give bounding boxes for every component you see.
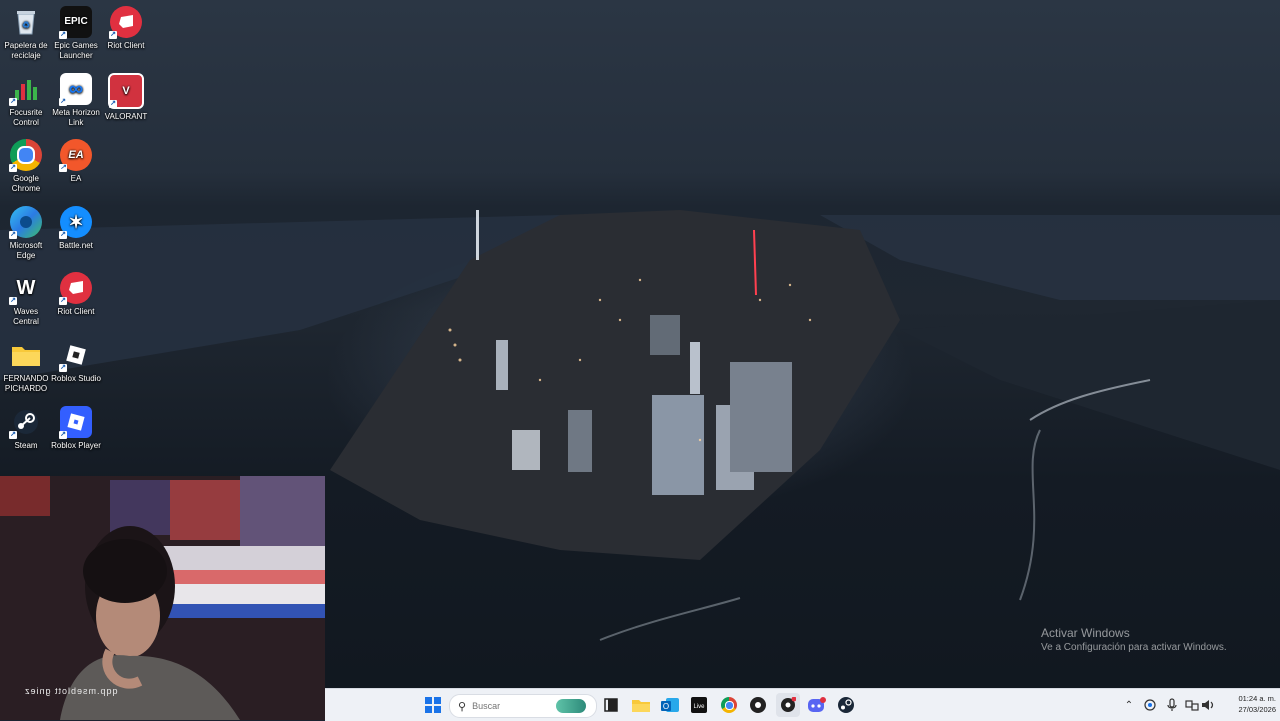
desktop-icon-focusrite[interactable]: ↗ Focusrite Control (0, 73, 52, 128)
desktop-icon-steam[interactable]: ↗ Steam (0, 406, 52, 451)
tray-volume[interactable] (1199, 693, 1217, 717)
task-view-icon (604, 698, 618, 712)
tray-microphone[interactable] (1163, 693, 1181, 717)
riot-client-icon: ↗ (59, 272, 92, 305)
desktop-icon-battlenet[interactable]: ✶ ↗ Battle.net (50, 206, 102, 251)
webcam-overlay (0, 476, 325, 720)
search-input[interactable] (470, 700, 555, 712)
desktop-icon-waves-central[interactable]: W ↗ Waves Central (0, 272, 52, 327)
desktop-icon-meta-horizon[interactable]: ∞ ↗ Meta Horizon Link (50, 73, 102, 128)
taskbar-discord[interactable] (805, 693, 829, 717)
taskbar-obs[interactable] (746, 693, 770, 717)
waves-icon: W ↗ (9, 277, 36, 305)
task-view-button[interactable] (599, 693, 623, 717)
desktop-icon-ea[interactable]: EA ↗ EA (50, 139, 102, 184)
desktop-icon-label: Microsoft Edge (9, 241, 43, 260)
roblox-studio-icon: ↗ (59, 339, 92, 372)
desktop-icon-label: Papelera de reciclaje (4, 41, 48, 60)
desktop-icon-riot-client[interactable]: ↗ Riot Client (100, 6, 152, 51)
desktop-icon-valorant[interactable]: V ↗ VALORANT (100, 73, 152, 122)
search-icon: ⚲ (458, 700, 467, 713)
svg-text:O: O (663, 702, 669, 711)
desktop-icon-roblox-studio[interactable]: ↗ Roblox Studio (50, 339, 102, 384)
watermark-subtitle: Ve a Configuración para activar Windows. (1041, 642, 1227, 653)
live-app-icon: Live (691, 697, 707, 713)
desktop-icon-label: Roblox Player (51, 441, 101, 450)
desktop-icon-epic-games[interactable]: EPIC ↗ Epic Games Launcher (50, 6, 102, 61)
outlook-icon: O (661, 698, 679, 712)
activate-windows-watermark: Activar Windows Ve a Configuración para … (1041, 626, 1227, 653)
desktop-icon-label: Epic Games Launcher (54, 41, 98, 60)
desktop-icon-label: VALORANT (104, 112, 148, 121)
desktop-icon-label: Riot Client (57, 307, 95, 316)
desktop-icon-google-chrome[interactable]: ↗ Google Chrome (0, 139, 52, 194)
windows-start-icon (425, 697, 441, 713)
file-explorer-icon (632, 700, 650, 712)
roblox-player-icon: ↗ (59, 406, 92, 439)
valorant-icon: V ↗ (108, 73, 144, 109)
desktop-icon-roblox-player[interactable]: ↗ Roblox Player (50, 406, 102, 451)
microphone-icon (1167, 698, 1177, 711)
desktop-icon-recycle-bin[interactable]: ♻ Papelera de reciclaje (0, 6, 52, 61)
chevron-up-icon: ⌃ (1124, 699, 1134, 711)
taskbar-steam[interactable] (834, 693, 858, 717)
desktop-icon-label: Google Chrome (11, 174, 41, 193)
clock-date: 27/03/2026 (1238, 705, 1276, 714)
steam-icon (838, 697, 854, 713)
svg-text:Live: Live (693, 704, 705, 710)
riot-client-icon: ↗ (109, 6, 142, 39)
desktop-icon-label: EA (70, 174, 82, 183)
onedrive-icon (1144, 699, 1156, 711)
watermark-title: Activar Windows (1041, 626, 1130, 640)
chrome-icon (721, 697, 737, 713)
chrome-icon: ↗ (9, 139, 42, 172)
taskbar-chrome[interactable] (717, 693, 741, 717)
recycle-bin-icon: ♻ (10, 6, 42, 38)
desktop-icon-microsoft-edge[interactable]: ↗ Microsoft Edge (0, 206, 52, 261)
desktop-icon-label: Steam (14, 441, 38, 450)
focusrite-icon: ↗ (9, 73, 42, 106)
taskbar-clock[interactable]: 01:24 a. m. 27/03/2026 (1218, 693, 1276, 715)
ea-icon: EA ↗ (59, 139, 92, 172)
desktop-icon-label: Focusrite Control (9, 108, 43, 127)
volume-icon (1202, 700, 1214, 710)
desktop-icon-folder-fernando[interactable]: FERNANDO PICHARDO (0, 339, 52, 394)
tray-onedrive[interactable] (1141, 693, 1159, 717)
webcam-mirrored-text: qqp.mseblott gniez (24, 686, 118, 696)
desktop-icon-label: Roblox Studio (51, 374, 101, 383)
epic-games-icon: EPIC ↗ (59, 6, 92, 39)
desktop-icon-riot-client-2[interactable]: ↗ Riot Client (50, 272, 102, 317)
desktop-icon-label: Meta Horizon Link (52, 108, 100, 127)
taskbar-live-app[interactable]: Live (687, 693, 711, 717)
record-icon (781, 697, 796, 712)
desktop-icon-label: Riot Client (107, 41, 145, 50)
start-button[interactable] (421, 693, 445, 717)
show-hidden-icons-button[interactable]: ⌃ (1120, 693, 1138, 717)
taskbar-file-explorer[interactable] (629, 693, 653, 717)
edge-icon: ↗ (9, 206, 42, 239)
desktop-icon-label: Battle.net (59, 241, 93, 250)
folder-icon (10, 339, 42, 371)
search-highlight-icon (556, 699, 587, 713)
battlenet-icon: ✶ ↗ (59, 206, 92, 239)
clock-time: 01:24 a. m. (1238, 694, 1276, 703)
obs-icon (750, 697, 766, 713)
discord-icon (808, 697, 826, 712)
taskbar: ⚲ O Live ⌃ 01 (325, 688, 1280, 721)
webcam-feed-image (0, 476, 325, 720)
taskbar-record-app[interactable] (776, 693, 800, 717)
steam-icon: ↗ (9, 406, 42, 439)
meta-icon: ∞ ↗ (59, 73, 92, 106)
network-icon (1185, 700, 1199, 711)
taskbar-search-box[interactable]: ⚲ (449, 694, 597, 718)
desktop-icon-label: FERNANDO PICHARDO (3, 374, 49, 393)
taskbar-outlook[interactable]: O (658, 693, 682, 717)
svg-text:♻: ♻ (22, 20, 30, 30)
desktop-icon-label: Waves Central (13, 307, 39, 326)
